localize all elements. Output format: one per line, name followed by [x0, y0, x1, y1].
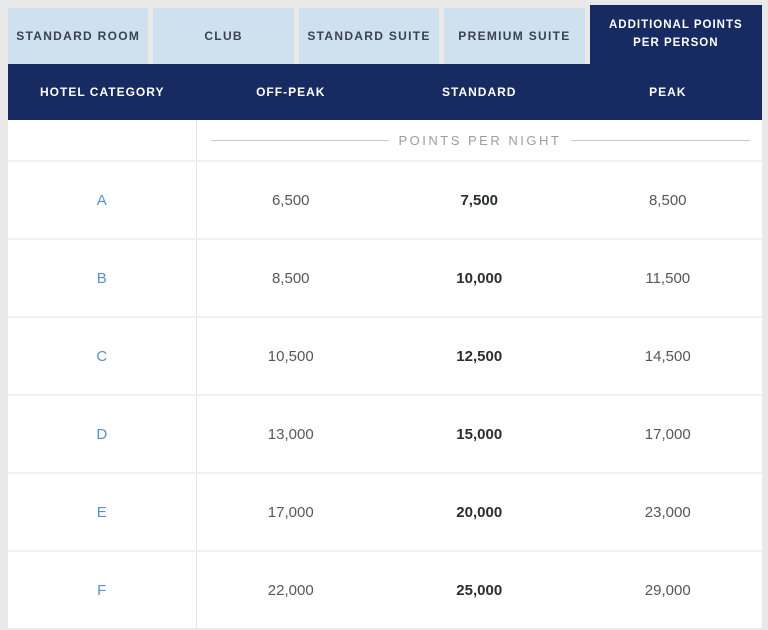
tab-standard-room[interactable]: STANDARD ROOM: [8, 8, 148, 64]
standard-value: 15,000: [385, 396, 574, 472]
column-header-standard: STANDARD: [385, 85, 574, 99]
off-peak-value: 10,500: [197, 318, 386, 394]
column-header-hotel-category: HOTEL CATEGORY: [8, 85, 197, 99]
section-band-spacer: [8, 120, 197, 160]
column-header-peak: PEAK: [574, 85, 763, 99]
award-points-chart: STANDARD ROOM CLUB STANDARD SUITE PREMIU…: [0, 0, 768, 630]
standard-value: 7,500: [385, 162, 574, 238]
off-peak-value: 17,000: [197, 474, 386, 550]
table-row: A 6,500 7,500 8,500: [8, 160, 762, 238]
section-band: POINTS PER NIGHT: [8, 120, 762, 160]
peak-value: 29,000: [574, 552, 763, 628]
peak-value: 14,500: [574, 318, 763, 394]
peak-value: 17,000: [574, 396, 763, 472]
points-table: POINTS PER NIGHT A 6,500 7,500 8,500 B 8…: [8, 120, 762, 628]
standard-value: 12,500: [385, 318, 574, 394]
tab-standard-suite[interactable]: STANDARD SUITE: [299, 8, 439, 64]
table-row: C 10,500 12,500 14,500: [8, 316, 762, 394]
category-label: F: [8, 552, 197, 628]
peak-value: 8,500: [574, 162, 763, 238]
off-peak-value: 13,000: [197, 396, 386, 472]
standard-value: 25,000: [385, 552, 574, 628]
table-header: HOTEL CATEGORY OFF-PEAK STANDARD PEAK: [8, 64, 762, 120]
table-row: D 13,000 15,000 17,000: [8, 394, 762, 472]
off-peak-value: 8,500: [197, 240, 386, 316]
category-label: B: [8, 240, 197, 316]
category-label: D: [8, 396, 197, 472]
table-row: B 8,500 10,000 11,500: [8, 238, 762, 316]
column-header-off-peak: OFF-PEAK: [197, 85, 386, 99]
peak-value: 11,500: [574, 240, 763, 316]
category-label: A: [8, 162, 197, 238]
standard-value: 10,000: [385, 240, 574, 316]
category-label: C: [8, 318, 197, 394]
table-row: E 17,000 20,000 23,000: [8, 472, 762, 550]
peak-value: 23,000: [574, 474, 763, 550]
table-row: F 22,000 25,000 29,000: [8, 550, 762, 628]
off-peak-value: 6,500: [197, 162, 386, 238]
standard-value: 20,000: [385, 474, 574, 550]
tab-club[interactable]: CLUB: [153, 8, 293, 64]
category-label: E: [8, 474, 197, 550]
off-peak-value: 22,000: [197, 552, 386, 628]
section-label-points-per-night: POINTS PER NIGHT: [197, 120, 763, 160]
room-type-tabs: STANDARD ROOM CLUB STANDARD SUITE PREMIU…: [8, 0, 762, 64]
tab-premium-suite[interactable]: PREMIUM SUITE: [444, 8, 584, 64]
tab-additional-points-per-person[interactable]: ADDITIONAL POINTS PER PERSON: [590, 5, 762, 64]
